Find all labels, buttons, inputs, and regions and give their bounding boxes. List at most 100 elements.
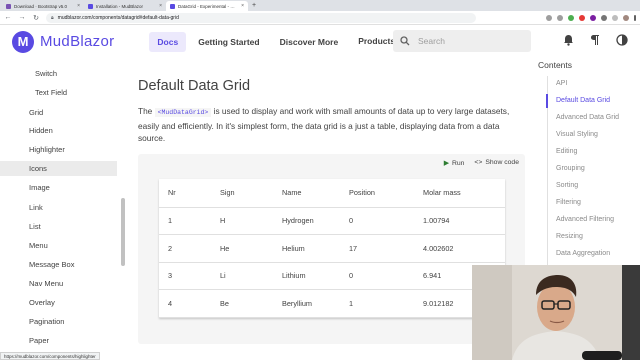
- column-header-name[interactable]: Name: [273, 179, 340, 208]
- toc-item-advanced-data-grid[interactable]: Advanced Data Grid: [556, 114, 619, 121]
- tab-title: Download · Bootstrap v5.0: [14, 3, 68, 9]
- address-bar[interactable]: 🔒︎ mudblazor.com/components/datagrid#def…: [46, 12, 476, 23]
- sidebar-item-nav-menu[interactable]: Nav Menu: [29, 279, 63, 288]
- toc-item-data-aggregation[interactable]: Data Aggregation: [556, 250, 610, 257]
- sidebar-item-message-box[interactable]: Message Box: [29, 260, 74, 269]
- dark-mode-icon[interactable]: [616, 34, 628, 49]
- bootstrap-favicon-icon: [6, 3, 11, 9]
- browser-tab-installation[interactable]: Installation - MudBlazor ×: [84, 1, 166, 11]
- example-container: ▶ Run <> Show code Nr Sign Name Position M…: [138, 154, 525, 344]
- cell-molar-mass: 1.00794: [414, 207, 505, 235]
- app-bar-icons: [563, 34, 628, 49]
- show-code-label: Show code: [485, 159, 519, 166]
- link-status-bar: https://mudblazor.com/components/highlig…: [0, 352, 100, 360]
- sidebar-item-paper[interactable]: Paper: [29, 336, 49, 345]
- cell-sign: H: [211, 207, 273, 235]
- show-code-button[interactable]: <> Show code: [474, 159, 519, 167]
- nav-getting-started[interactable]: Getting Started: [190, 32, 267, 52]
- column-header-molar-mass[interactable]: Molar mass: [414, 179, 505, 208]
- toc-item-filtering[interactable]: Filtering: [556, 199, 581, 206]
- extension-icon[interactable]: [590, 14, 596, 21]
- sidebar-item-highlighter[interactable]: Highlighter: [29, 145, 65, 154]
- cell-name: Beryllium: [273, 289, 340, 318]
- mudblazor-favicon-icon: [170, 3, 175, 9]
- new-tab-button[interactable]: +: [248, 1, 260, 11]
- column-header-sign[interactable]: Sign: [211, 179, 273, 208]
- reload-icon[interactable]: ↻: [32, 14, 40, 22]
- intro-paragraph: The <MudDataGrid> is used to display and…: [138, 105, 528, 145]
- bell-icon[interactable]: [563, 34, 574, 49]
- header-row: Nr Sign Name Position Molar mass: [159, 179, 505, 208]
- extension-icon[interactable]: [612, 14, 618, 21]
- extension-icon[interactable]: [546, 14, 552, 21]
- forward-icon[interactable]: →: [18, 14, 26, 21]
- table-row[interactable]: 3 Li Lithium 0 6.941: [159, 262, 505, 290]
- close-icon[interactable]: ×: [241, 3, 244, 9]
- sidebar-item-pagination[interactable]: Pagination: [29, 317, 64, 326]
- data-grid: Nr Sign Name Position Molar mass 1 H Hyd…: [159, 179, 505, 318]
- sidebar-item-link[interactable]: Link: [29, 203, 43, 212]
- extension-icon[interactable]: [557, 14, 563, 21]
- browser-tab-bootstrap[interactable]: Download · Bootstrap v5.0 ×: [2, 1, 84, 11]
- page-title: Default Data Grid: [138, 78, 251, 94]
- cell-position: 17: [340, 234, 414, 263]
- close-icon[interactable]: ×: [159, 3, 162, 9]
- extension-icon[interactable]: [568, 14, 574, 21]
- run-label: Run: [451, 160, 465, 167]
- sidebar-item-menu[interactable]: Menu: [29, 241, 48, 250]
- nav-docs[interactable]: Docs: [149, 31, 187, 52]
- paragraph-icon[interactable]: [590, 34, 600, 49]
- sidebar-item-icons[interactable]: Icons: [0, 161, 117, 176]
- nav-sidebar: Switch Text Field Grid Hidden Highlighte…: [0, 58, 126, 360]
- sidebar-item-hidden[interactable]: Hidden: [29, 126, 53, 135]
- sidebar-scrollbar[interactable]: [121, 198, 125, 266]
- toc-item-grouping[interactable]: Grouping: [556, 165, 585, 172]
- sidebar-item-overlay[interactable]: Overlay: [29, 298, 55, 307]
- nav-discover-more[interactable]: Discover More: [272, 32, 347, 52]
- webcam-overlay: [472, 265, 640, 360]
- cell-name: Hydrogen: [273, 207, 340, 235]
- mudblazor-logo-icon[interactable]: M: [12, 30, 34, 53]
- extension-icon[interactable]: [579, 14, 585, 21]
- app-bar: M MudBlazor Docs Getting Started Discove…: [0, 25, 640, 58]
- tab-title: Installation - MudBlazor: [96, 3, 144, 9]
- cell-sign: He: [211, 234, 273, 263]
- search-input[interactable]: Search: [393, 30, 531, 52]
- cell-position: 0: [340, 207, 414, 235]
- cell-nr: 4: [159, 289, 211, 318]
- toc-item-advanced-filtering[interactable]: Advanced Filtering: [556, 216, 614, 223]
- sidebar-item-grid[interactable]: Grid: [29, 108, 43, 117]
- column-header-nr[interactable]: Nr: [159, 179, 211, 208]
- lock-icon: 🔒︎: [51, 14, 54, 21]
- run-button[interactable]: ▶ Run: [444, 159, 465, 167]
- sidebar-item-text-field[interactable]: Text Field: [35, 88, 67, 97]
- table-row[interactable]: 4 Be Beryllium 1 9.012182: [159, 289, 505, 318]
- url-text: mudblazor.com/components/datagrid#defaul…: [57, 14, 179, 21]
- toc-item-api[interactable]: API: [556, 80, 567, 87]
- toc-item-visual-styling[interactable]: Visual Styling: [556, 131, 598, 138]
- contents-title: Contents: [538, 60, 573, 70]
- search-icon: [400, 36, 410, 46]
- brand-name[interactable]: MudBlazor: [40, 33, 114, 50]
- back-icon[interactable]: ←: [4, 14, 12, 21]
- toc-item-sorting[interactable]: Sorting: [556, 182, 578, 189]
- table-row[interactable]: 2 He Helium 17 4.002602: [159, 234, 505, 263]
- cell-nr: 2: [159, 234, 211, 263]
- extension-icon[interactable]: [601, 14, 607, 21]
- sidebar-item-switch[interactable]: Switch: [35, 69, 57, 78]
- cell-name: Lithium: [273, 262, 340, 290]
- close-icon[interactable]: ×: [77, 3, 80, 9]
- column-header-position[interactable]: Position: [340, 179, 414, 208]
- browser-tab-datagrid[interactable]: DataGrid - Experimental - MudBl ×: [166, 1, 248, 11]
- table-row[interactable]: 1 H Hydrogen 0 1.00794: [159, 207, 505, 235]
- toc-item-resizing[interactable]: Resizing: [556, 233, 583, 240]
- para-prefix: The: [138, 106, 155, 116]
- menu-icon[interactable]: [634, 14, 636, 21]
- sidebar-item-image[interactable]: Image: [29, 183, 50, 192]
- sidebar-item-list[interactable]: List: [29, 222, 41, 231]
- main-content: Default Data Grid The <MudDataGrid> is u…: [126, 58, 530, 360]
- toc-item-editing[interactable]: Editing: [556, 148, 577, 155]
- toc-item-default-data-grid[interactable]: Default Data Grid: [556, 97, 610, 104]
- play-icon: ▶: [443, 160, 449, 167]
- profile-avatar[interactable]: [623, 14, 629, 21]
